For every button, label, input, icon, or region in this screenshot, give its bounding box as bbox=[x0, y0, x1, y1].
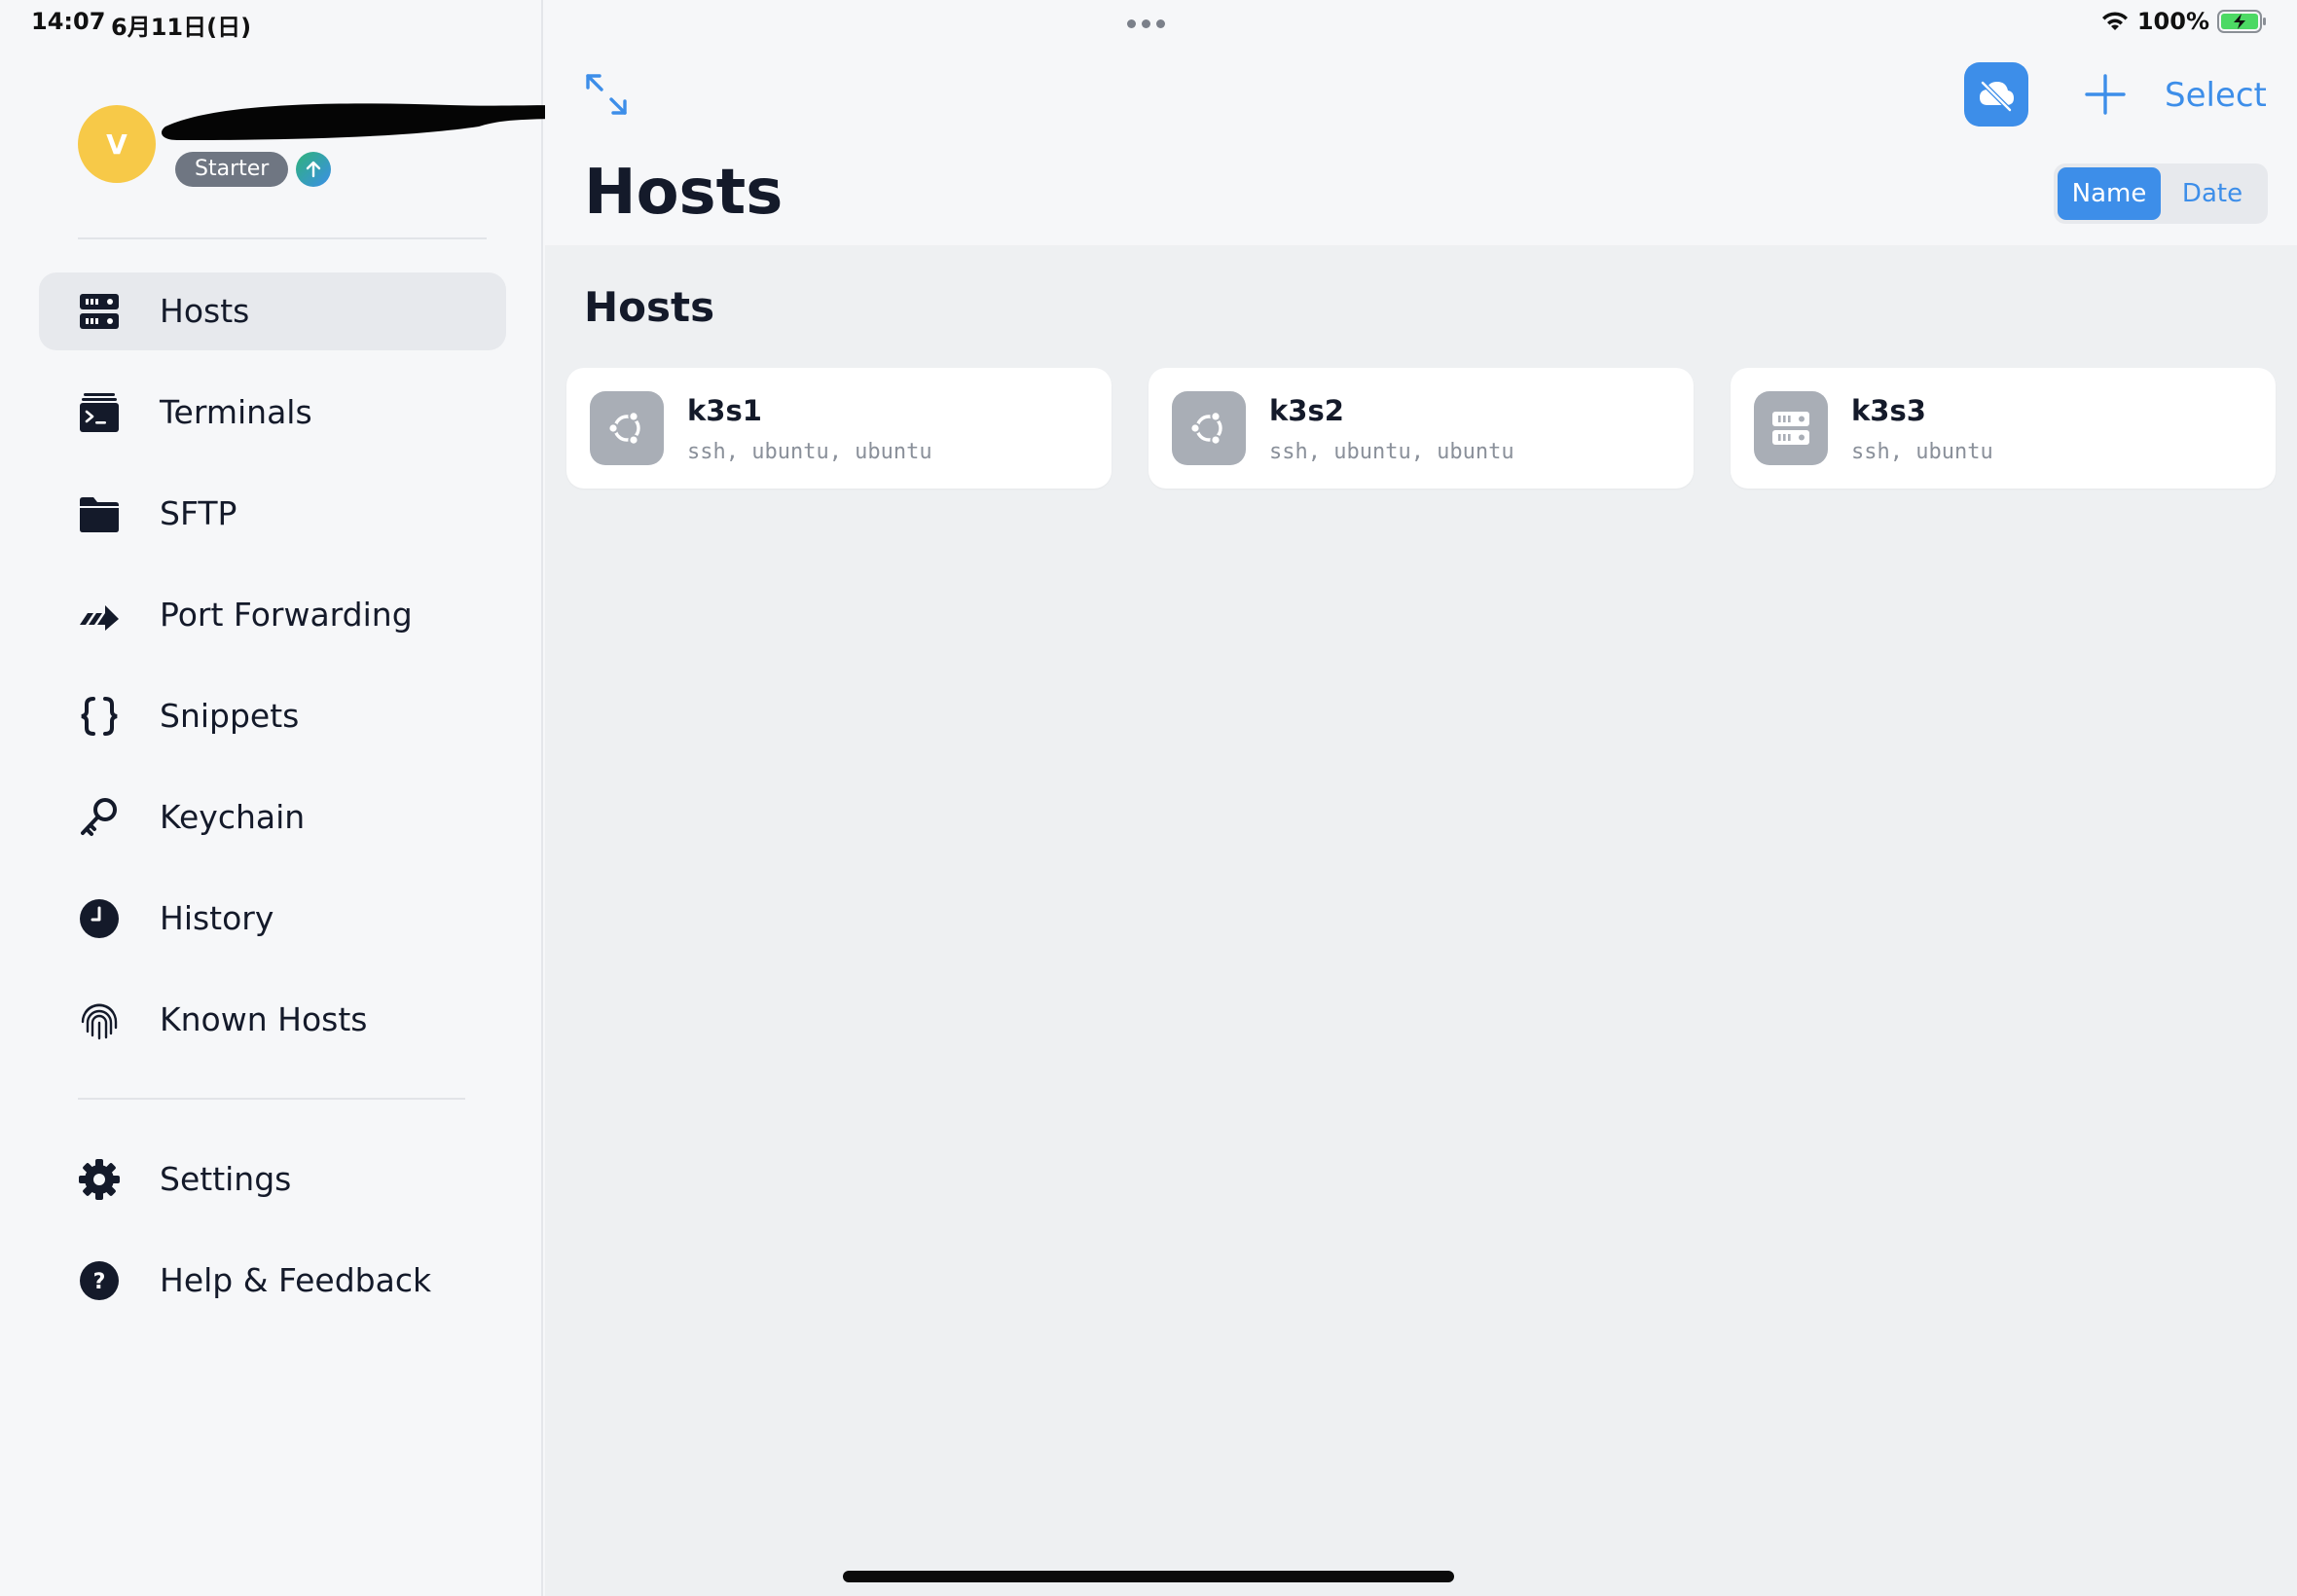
clock-icon bbox=[78, 897, 121, 940]
status-time: 14:07 bbox=[31, 8, 106, 35]
expand-icon[interactable] bbox=[584, 72, 629, 117]
sync-off-button[interactable] bbox=[1964, 62, 2028, 127]
sidebar-item-snippets[interactable]: Snippets bbox=[39, 677, 506, 755]
sidebar-item-keychain[interactable]: Keychain bbox=[39, 779, 506, 856]
host-details: ssh, ubuntu bbox=[1851, 440, 1993, 464]
sidebar-item-label: Keychain bbox=[160, 798, 306, 836]
terminal-icon bbox=[78, 391, 121, 434]
cloud-off-icon bbox=[1980, 80, 2014, 113]
battery-percent: 100% bbox=[2136, 8, 2209, 35]
sidebar-item-label: Known Hosts bbox=[160, 1000, 368, 1038]
svg-text:?: ? bbox=[93, 1270, 106, 1294]
sort-by-date[interactable]: Date bbox=[2161, 167, 2264, 220]
host-name: k3s2 bbox=[1269, 394, 1344, 427]
page-title: Hosts bbox=[584, 157, 784, 229]
sidebar-item-label: Settings bbox=[160, 1160, 292, 1198]
host-details: ssh, ubuntu, ubuntu bbox=[687, 440, 932, 464]
status-right: 100% bbox=[2100, 8, 2268, 35]
ubuntu-icon bbox=[1172, 391, 1246, 465]
sidebar-item-label: Hosts bbox=[160, 292, 250, 330]
fingerprint-icon bbox=[78, 998, 121, 1041]
gear-icon bbox=[78, 1158, 121, 1201]
help-icon: ? bbox=[78, 1259, 121, 1302]
sidebar-item-hosts[interactable]: Hosts bbox=[39, 272, 506, 350]
sidebar-divider bbox=[78, 237, 487, 239]
sidebar-item-known-hosts[interactable]: Known Hosts bbox=[39, 981, 506, 1059]
status-bar: 14:07 6月11日(日) 100% bbox=[0, 0, 2297, 47]
server-icon bbox=[1754, 391, 1828, 465]
host-card-k3s2[interactable]: k3s2 ssh, ubuntu, ubuntu bbox=[1148, 368, 1694, 489]
select-button[interactable]: Select bbox=[2165, 70, 2267, 121]
sidebar-item-settings[interactable]: Settings bbox=[39, 1141, 506, 1218]
sidebar-item-label: Terminals bbox=[160, 393, 312, 431]
sidebar: V Starter Hosts Terminals SFTP Port Forw… bbox=[0, 0, 582, 1596]
multitasking-dots-icon[interactable] bbox=[1127, 19, 1165, 28]
sidebar-item-terminals[interactable]: Terminals bbox=[39, 374, 506, 452]
redacted-username bbox=[162, 103, 582, 140]
sidebar-item-sftp[interactable]: SFTP bbox=[39, 475, 506, 553]
section-title: Hosts bbox=[584, 283, 715, 331]
ubuntu-icon bbox=[590, 391, 664, 465]
main-content: Select Hosts Name Date Hosts k3s1 ssh, u… bbox=[545, 0, 2297, 1596]
host-card-k3s3[interactable]: k3s3 ssh, ubuntu bbox=[1731, 368, 2276, 489]
host-card-k3s1[interactable]: k3s1 ssh, ubuntu, ubuntu bbox=[566, 368, 1112, 489]
sort-segmented-control: Name Date bbox=[2054, 163, 2268, 224]
sidebar-item-label: History bbox=[160, 899, 274, 937]
profile[interactable]: V Starter bbox=[78, 103, 582, 193]
sidebar-item-help-feedback[interactable]: ? Help & Feedback bbox=[39, 1242, 506, 1320]
braces-icon bbox=[78, 695, 121, 738]
sidebar-item-label: SFTP bbox=[160, 494, 237, 532]
port-forward-icon bbox=[78, 594, 121, 636]
host-name: k3s1 bbox=[687, 394, 762, 427]
add-host-button[interactable] bbox=[2083, 72, 2128, 117]
sort-by-name[interactable]: Name bbox=[2058, 167, 2161, 220]
home-indicator[interactable] bbox=[843, 1571, 1454, 1582]
plan-badge: Starter bbox=[175, 152, 289, 187]
sidebar-item-port-forwarding[interactable]: Port Forwarding bbox=[39, 576, 506, 654]
folder-icon bbox=[78, 492, 121, 535]
sidebar-item-label: Help & Feedback bbox=[160, 1261, 432, 1299]
avatar[interactable]: V bbox=[78, 105, 156, 183]
key-icon bbox=[78, 796, 121, 839]
sidebar-item-label: Snippets bbox=[160, 697, 300, 735]
sidebar-item-history[interactable]: History bbox=[39, 880, 506, 958]
battery-charging-icon bbox=[2217, 10, 2266, 33]
host-details: ssh, ubuntu, ubuntu bbox=[1269, 440, 1514, 464]
server-icon bbox=[78, 290, 121, 333]
sidebar-item-label: Port Forwarding bbox=[160, 596, 413, 634]
sidebar-divider bbox=[78, 1098, 465, 1100]
status-date: 6月11日(日) bbox=[111, 14, 252, 41]
host-name: k3s3 bbox=[1851, 394, 1926, 427]
upgrade-arrow-icon[interactable] bbox=[296, 152, 331, 187]
wifi-icon bbox=[2101, 12, 2128, 30]
